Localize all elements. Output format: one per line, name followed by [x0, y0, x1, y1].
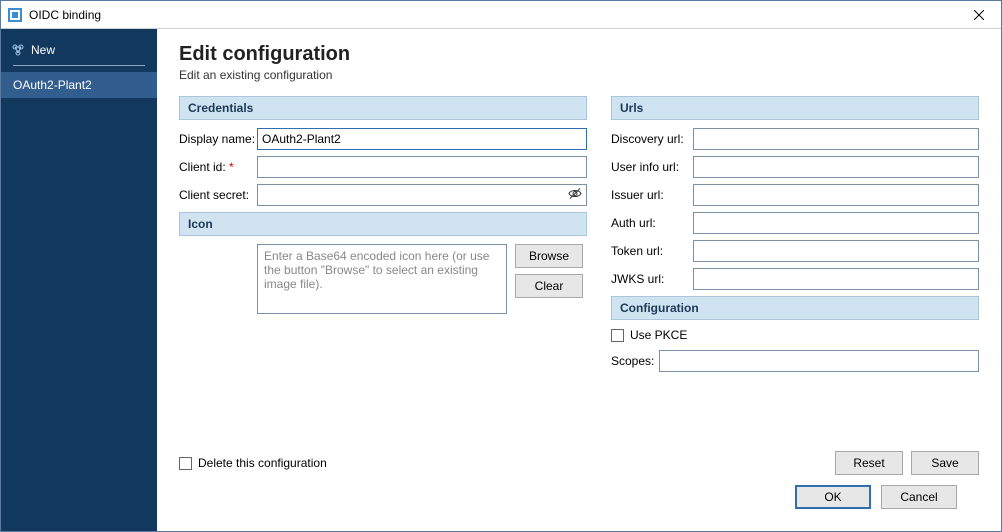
- clear-button[interactable]: Clear: [515, 274, 583, 298]
- config-header: Configuration: [611, 296, 979, 320]
- close-button[interactable]: [957, 1, 1001, 29]
- page-title: Edit configuration: [179, 43, 979, 66]
- row-delete-config: Delete this configuration: [179, 456, 327, 470]
- display-name-input[interactable]: [257, 128, 587, 150]
- row-display-name: Display name:: [179, 128, 587, 150]
- row-use-pkce: Use PKCE: [611, 328, 979, 342]
- delete-config-checkbox[interactable]: [179, 457, 192, 470]
- client-secret-input[interactable]: [257, 184, 587, 206]
- sidebar-item-label: OAuth2-Plant2: [13, 78, 92, 92]
- jwks-url-label: JWKS url:: [611, 272, 693, 286]
- eye-off-icon: [567, 186, 583, 202]
- client-id-label: Client id: *: [179, 160, 257, 174]
- auth-url-input[interactable]: [693, 212, 979, 234]
- main-panel: Edit configuration Edit an existing conf…: [157, 29, 1001, 531]
- delete-config-label: Delete this configuration: [198, 456, 327, 470]
- cancel-button[interactable]: Cancel: [881, 485, 957, 509]
- browse-button[interactable]: Browse: [515, 244, 583, 268]
- right-column: Urls Discovery url: User info url: Issue…: [611, 96, 979, 378]
- icon-header: Icon: [179, 212, 587, 236]
- footer-row: Delete this configuration Reset Save: [179, 441, 979, 475]
- sidebar: New OAuth2-Plant2: [1, 29, 157, 531]
- urls-header: Urls: [611, 96, 979, 120]
- icon-base64-input[interactable]: [257, 244, 507, 314]
- bottom-bar: OK Cancel: [179, 475, 979, 521]
- userinfo-url-input[interactable]: [693, 156, 979, 178]
- row-token-url: Token url:: [611, 240, 979, 262]
- issuer-url-label: Issuer url:: [611, 188, 693, 202]
- page-subtitle: Edit an existing configuration: [179, 68, 979, 82]
- sidebar-new-button[interactable]: New: [1, 39, 157, 65]
- issuer-url-input[interactable]: [693, 184, 979, 206]
- row-auth-url: Auth url:: [611, 212, 979, 234]
- row-userinfo-url: User info url:: [611, 156, 979, 178]
- close-icon: [974, 10, 984, 20]
- row-issuer-url: Issuer url:: [611, 184, 979, 206]
- discovery-url-input[interactable]: [693, 128, 979, 150]
- reset-button[interactable]: Reset: [835, 451, 903, 475]
- app-icon: [7, 7, 23, 23]
- scopes-input[interactable]: [659, 350, 979, 372]
- icon-area: Browse Clear: [257, 244, 587, 314]
- sidebar-item-oauth2-plant2[interactable]: OAuth2-Plant2: [1, 72, 157, 98]
- client-secret-label: Client secret:: [179, 188, 257, 202]
- sidebar-new-label: New: [31, 43, 55, 57]
- reveal-secret-button[interactable]: [567, 186, 583, 205]
- window-title: OIDC binding: [29, 8, 957, 22]
- row-scopes: Scopes:: [611, 350, 979, 372]
- new-icon: [11, 43, 25, 57]
- token-url-label: Token url:: [611, 244, 693, 258]
- auth-url-label: Auth url:: [611, 216, 693, 230]
- row-client-id: Client id: *: [179, 156, 587, 178]
- titlebar: OIDC binding: [1, 1, 1001, 29]
- use-pkce-checkbox[interactable]: [611, 329, 624, 342]
- form-columns: Credentials Display name: Client id: *: [179, 96, 979, 378]
- client-id-input[interactable]: [257, 156, 587, 178]
- row-discovery-url: Discovery url:: [611, 128, 979, 150]
- scopes-label: Scopes:: [611, 354, 659, 368]
- required-mark: *: [229, 160, 234, 174]
- token-url-input[interactable]: [693, 240, 979, 262]
- jwks-url-input[interactable]: [693, 268, 979, 290]
- sidebar-divider: [13, 65, 145, 66]
- row-jwks-url: JWKS url:: [611, 268, 979, 290]
- display-name-label: Display name:: [179, 132, 257, 146]
- body: New OAuth2-Plant2 Edit configuration Edi…: [1, 29, 1001, 531]
- credentials-header: Credentials: [179, 96, 587, 120]
- left-column: Credentials Display name: Client id: *: [179, 96, 587, 314]
- row-client-secret: Client secret:: [179, 184, 587, 206]
- discovery-url-label: Discovery url:: [611, 132, 693, 146]
- reset-save-buttons: Reset Save: [835, 451, 979, 475]
- dialog-window: OIDC binding New O: [0, 0, 1002, 532]
- icon-buttons: Browse Clear: [515, 244, 583, 314]
- userinfo-url-label: User info url:: [611, 160, 693, 174]
- save-button[interactable]: Save: [911, 451, 979, 475]
- ok-button[interactable]: OK: [795, 485, 871, 509]
- use-pkce-label: Use PKCE: [630, 328, 687, 342]
